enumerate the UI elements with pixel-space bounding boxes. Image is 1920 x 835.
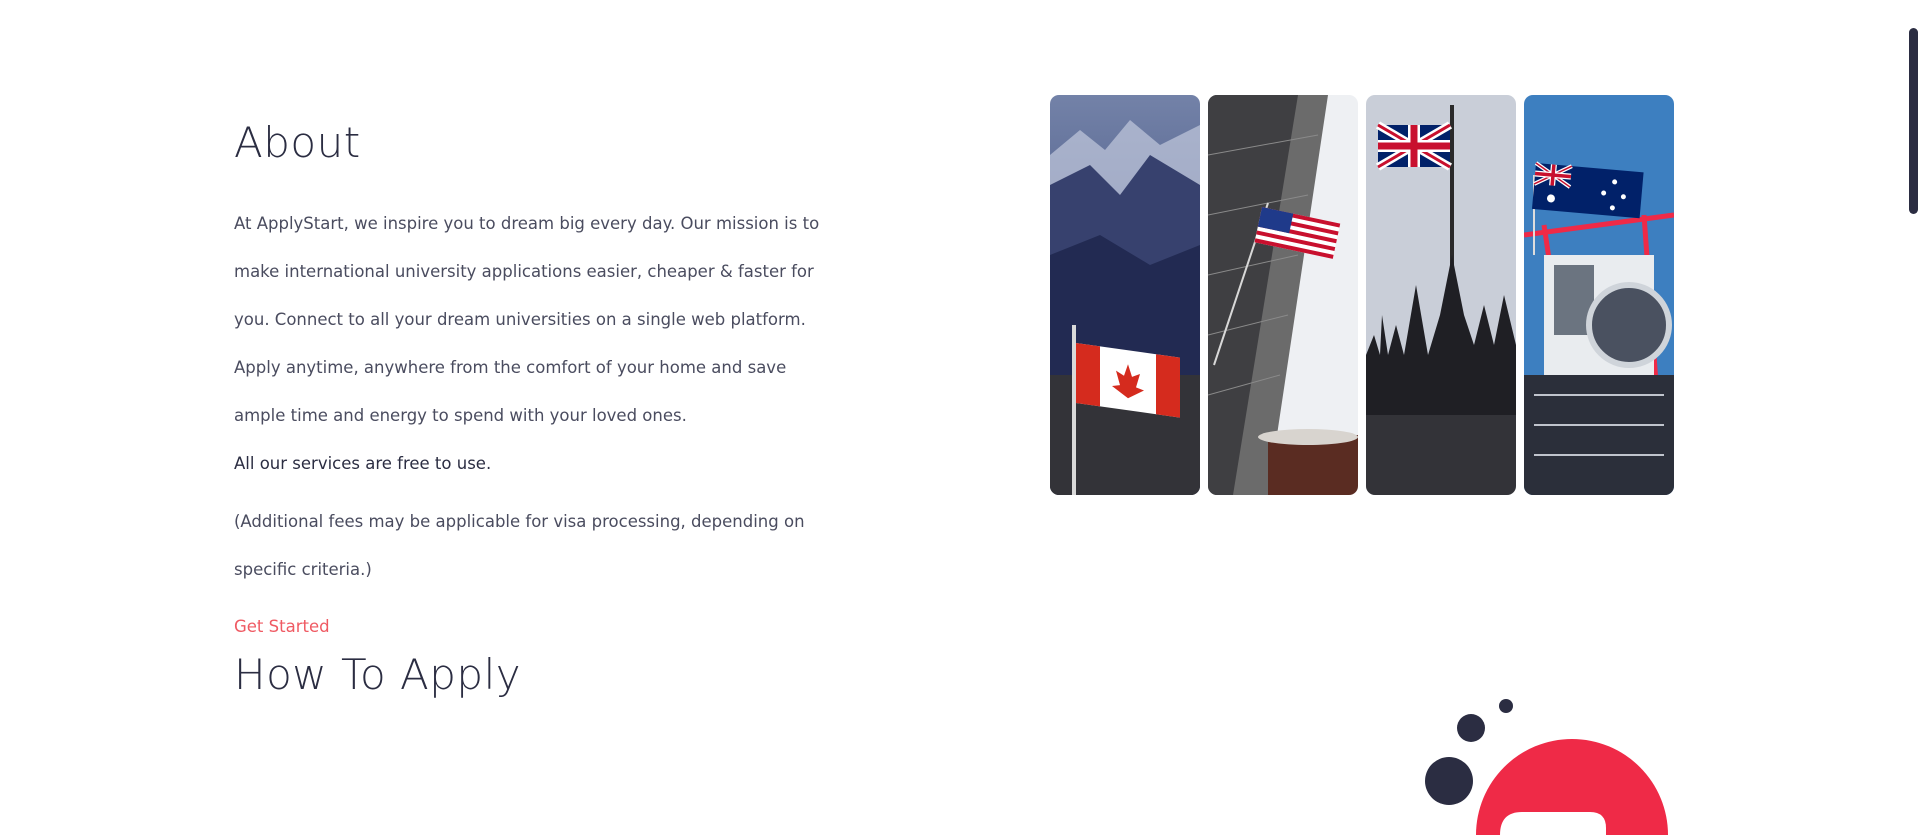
canada-flag-mountains-image bbox=[1050, 95, 1200, 495]
about-title: About bbox=[234, 118, 361, 167]
free-services-note: All our services are free to use. bbox=[234, 454, 492, 473]
medium-dot bbox=[1457, 714, 1485, 742]
fees-note: (Additional fees may be applicable for v… bbox=[234, 512, 805, 579]
how-to-apply-title: How To Apply bbox=[234, 650, 522, 699]
large-dot bbox=[1425, 757, 1473, 805]
about-description: At ApplyStart, we inspire you to dream b… bbox=[234, 214, 820, 425]
decorative-shapes bbox=[1425, 699, 1668, 835]
usa-flag-skyscraper-image bbox=[1208, 95, 1358, 495]
scrollbar-thumb[interactable] bbox=[1909, 28, 1918, 214]
get-started-link[interactable]: Get Started bbox=[234, 617, 330, 636]
scrollbar[interactable] bbox=[1904, 0, 1920, 835]
australia-flag-crane-image bbox=[1524, 95, 1674, 495]
small-dot bbox=[1499, 699, 1513, 713]
uk-flag-westminster-image bbox=[1366, 95, 1516, 495]
